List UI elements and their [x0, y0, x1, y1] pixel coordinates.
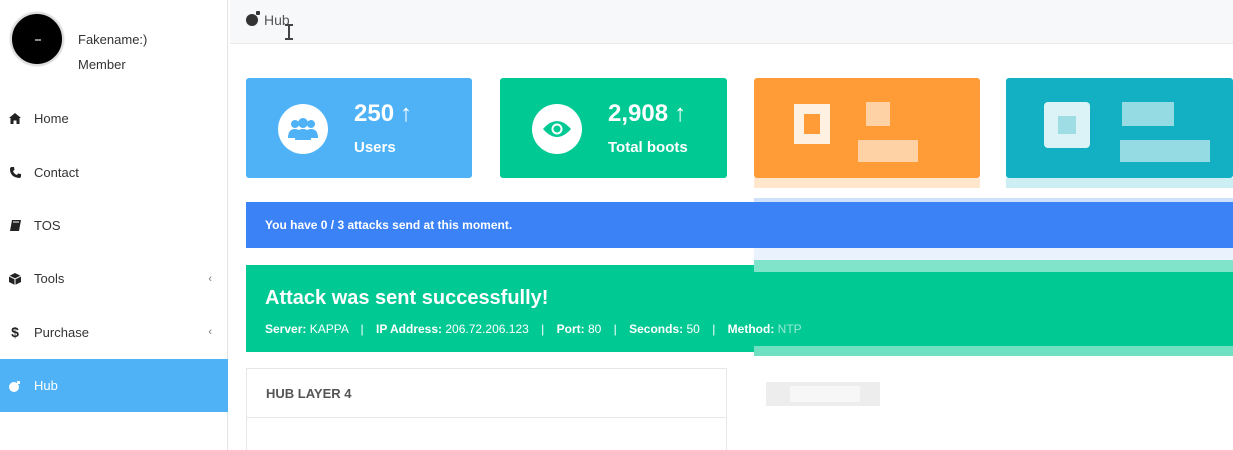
username: Fakename:) — [78, 32, 148, 47]
server-label: Server: — [265, 322, 307, 336]
stat-label: Users — [354, 139, 396, 156]
top-bar: Hub — [230, 0, 1233, 44]
separator: | — [613, 322, 617, 336]
sidebar-item-label: TOS — [34, 217, 61, 233]
sidebar: Fakename:) Member Home Contact TOS Tools… — [0, 0, 228, 450]
seconds-label: Seconds: — [629, 322, 684, 336]
pixel-block — [1122, 102, 1174, 126]
avatar[interactable] — [10, 12, 64, 66]
pixel-block — [790, 386, 860, 402]
stat-card-pixelated — [1006, 78, 1233, 178]
sidebar-item-label: Tools — [34, 271, 65, 287]
stat-card-users: 250 ↑ Users — [246, 78, 472, 178]
pixel-block — [754, 198, 1233, 202]
server-value: KAPPA — [309, 322, 349, 336]
pixel-block — [754, 248, 1233, 260]
pixel-block — [1120, 140, 1210, 162]
sidebar-item-contact[interactable]: Contact — [0, 145, 228, 198]
ip-label: IP Address: — [376, 322, 443, 336]
sidebar-item-label: Home — [34, 111, 69, 127]
sidebar-item-label: Purchase — [34, 324, 89, 340]
sidebar-item-hub[interactable]: Hub — [0, 358, 228, 413]
dollar-icon: $ — [11, 324, 19, 341]
separator: | — [541, 322, 545, 336]
breadcrumb: Hub — [246, 11, 290, 28]
sidebar-item-tos[interactable]: TOS — [0, 199, 228, 252]
cube-icon — [6, 272, 24, 285]
attack-details: Server: KAPPA | IP Address: 206.72.206.1… — [265, 322, 802, 336]
stat-card-total-boots: 2,908 ↑ Total boots — [500, 78, 727, 178]
pixel-block — [754, 178, 980, 188]
seconds-value: 50 — [686, 322, 700, 336]
bomb-icon — [6, 380, 24, 392]
avatar-image — [35, 39, 41, 41]
pixel-block — [754, 346, 1233, 356]
panel-title: HUB LAYER 4 — [247, 369, 726, 418]
pixel-block — [858, 140, 918, 162]
stat-label: Total boots — [608, 139, 688, 156]
pixel-block — [866, 102, 890, 126]
sidebar-item-label: Hub — [34, 378, 58, 394]
stat-value: 250 ↑ — [354, 100, 413, 127]
text-cursor-icon — [285, 24, 293, 40]
book-icon — [6, 219, 24, 231]
arrow-up-icon: ↑ — [674, 100, 687, 127]
method-label: Method: — [727, 322, 775, 336]
chevron-left-icon: ‹ — [208, 326, 212, 339]
port-label: Port: — [556, 322, 585, 336]
method-value: NTP — [777, 322, 802, 336]
sidebar-item-tools[interactable]: Tools ‹ — [0, 252, 228, 305]
port-value: 80 — [587, 322, 602, 336]
user-role: Member — [78, 57, 126, 72]
user-profile: Fakename:) Member — [0, 0, 228, 90]
attack-count-alert: You have 0 / 3 attacks send at this mome… — [246, 202, 1233, 248]
ip-value: 206.72.206.123 — [445, 322, 529, 336]
sidebar-nav: Home Contact TOS Tools ‹ $ Purchase ‹ Hu… — [0, 92, 228, 413]
pixel-block — [1006, 178, 1233, 188]
hub-layer4-panel: HUB LAYER 4 — [246, 368, 727, 450]
stat-value: 2,908 ↑ — [608, 100, 687, 127]
separator: | — [360, 322, 364, 336]
bomb-icon — [246, 11, 260, 26]
alert-title: Attack was sent successfully! — [265, 287, 549, 309]
alert-text: You have 0 / 3 attacks send at this mome… — [265, 218, 513, 232]
pixel-block — [754, 260, 1233, 272]
arrow-up-icon: ↑ — [400, 100, 413, 127]
sidebar-item-label: Contact — [34, 164, 79, 180]
home-icon — [6, 113, 24, 125]
separator: | — [712, 322, 716, 336]
sidebar-item-purchase[interactable]: $ Purchase ‹ — [0, 306, 228, 359]
users-icon — [278, 104, 328, 154]
stat-card-pixelated — [754, 78, 980, 178]
pixel-block — [1058, 116, 1076, 134]
phone-icon — [6, 166, 24, 178]
chevron-left-icon: ‹ — [208, 272, 212, 285]
sidebar-item-home[interactable]: Home — [0, 92, 228, 145]
pixel-block — [804, 114, 820, 134]
success-alert: Attack was sent successfully! Server: KA… — [246, 265, 1233, 352]
eye-icon — [532, 104, 582, 154]
